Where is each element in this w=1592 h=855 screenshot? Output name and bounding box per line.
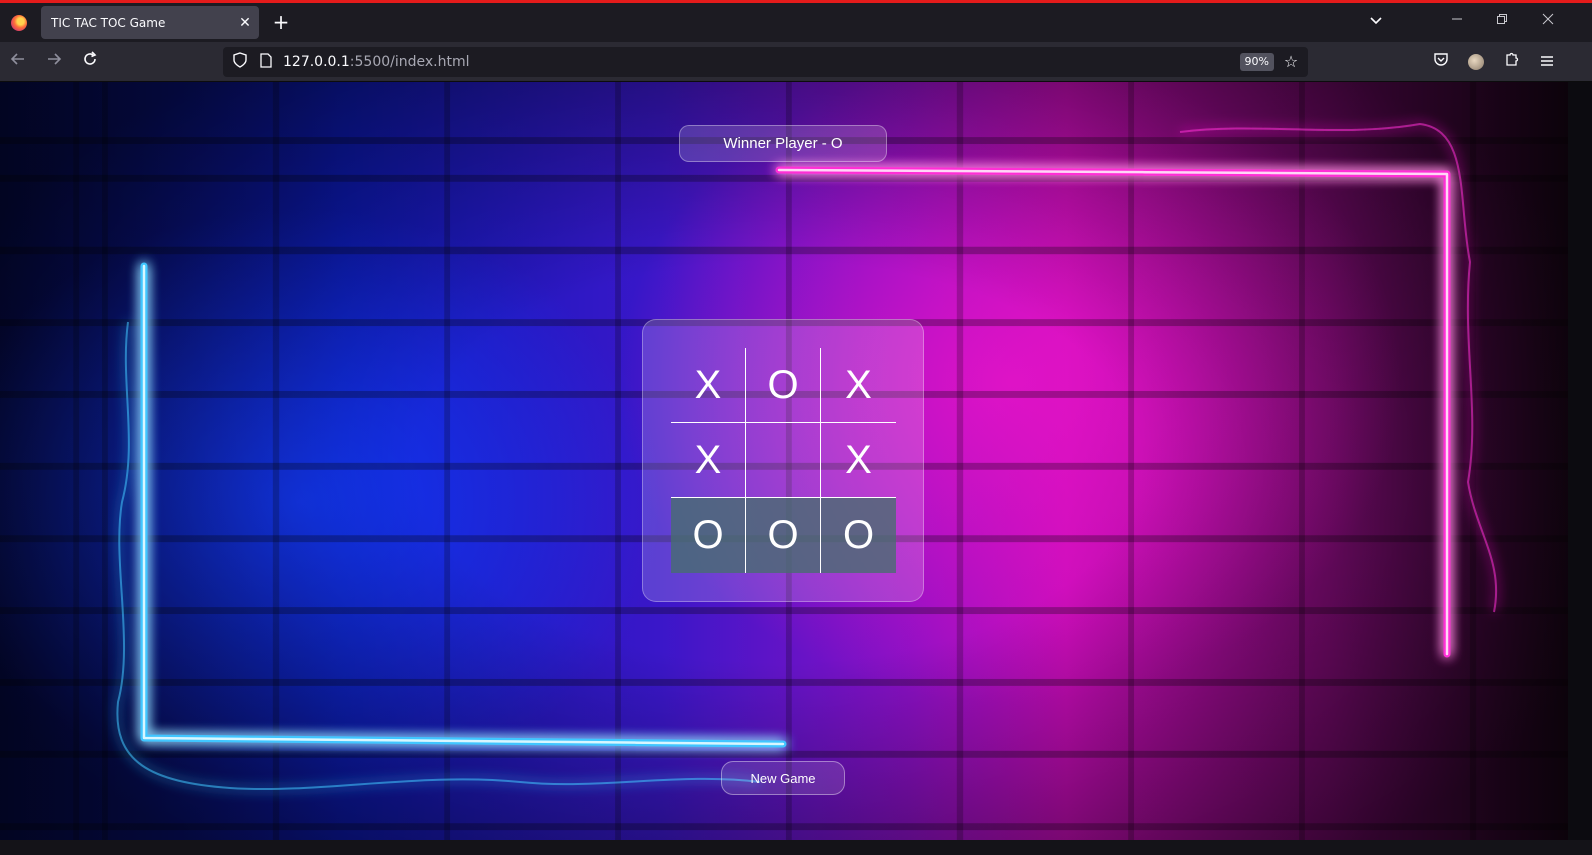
- cell-1-1[interactable]: [746, 423, 821, 498]
- reload-icon[interactable]: [77, 49, 103, 75]
- window-bottom-edge: [0, 840, 1592, 855]
- new-game-button[interactable]: New Game: [721, 761, 845, 795]
- zoom-level-badge[interactable]: 90%: [1239, 53, 1274, 71]
- navigation-toolbar: 127.0.0.1:5500/index.html 90% ☆: [0, 42, 1592, 82]
- page-viewport: Winner Player - O X O X X X O O O New Ga…: [0, 82, 1568, 840]
- tic-tac-toe-grid: X O X X X O O O: [671, 348, 896, 573]
- pocket-icon[interactable]: [1429, 50, 1453, 74]
- url-host: 127.0.0.1: [283, 54, 350, 70]
- new-tab-button[interactable]: +: [268, 9, 294, 35]
- cell-0-1[interactable]: O: [746, 348, 821, 423]
- cell-1-0[interactable]: X: [671, 423, 746, 498]
- firefox-logo-icon[interactable]: [0, 3, 38, 42]
- account-avatar[interactable]: [1464, 50, 1488, 74]
- url-text[interactable]: 127.0.0.1:5500/index.html: [283, 54, 470, 70]
- minimize-window-icon[interactable]: [1437, 9, 1477, 35]
- forward-arrow-icon[interactable]: [41, 49, 67, 75]
- game-board-card: X O X X X O O O: [642, 319, 924, 602]
- cell-0-0[interactable]: X: [671, 348, 746, 423]
- page-info-icon[interactable]: [255, 52, 277, 72]
- list-all-tabs-icon[interactable]: [1364, 9, 1388, 35]
- address-bar[interactable]: 127.0.0.1:5500/index.html 90% ☆: [223, 47, 1308, 77]
- bookmark-star-icon[interactable]: ☆: [1280, 50, 1302, 74]
- tracking-protection-shield-icon[interactable]: [225, 52, 255, 72]
- cell-2-2[interactable]: O: [821, 498, 896, 573]
- extensions-puzzle-icon[interactable]: [1500, 50, 1524, 74]
- cell-0-2[interactable]: X: [821, 348, 896, 423]
- cell-1-2[interactable]: X: [821, 423, 896, 498]
- tab-strip: TIC TAC TOC Game ✕ +: [0, 3, 1592, 42]
- menu-hamburger-icon[interactable]: [1535, 50, 1559, 74]
- winner-message: Winner Player - O: [679, 125, 887, 162]
- cell-2-1[interactable]: O: [746, 498, 821, 573]
- cell-2-0[interactable]: O: [671, 498, 746, 573]
- close-window-icon[interactable]: [1528, 9, 1568, 35]
- page-scrollbar[interactable]: [1568, 82, 1592, 840]
- url-path: :5500/index.html: [349, 54, 470, 70]
- tab-active[interactable]: TIC TAC TOC Game ✕: [41, 6, 259, 39]
- restore-window-icon[interactable]: [1482, 9, 1522, 35]
- tab-title: TIC TAC TOC Game: [51, 15, 166, 30]
- back-arrow-icon[interactable]: [5, 49, 31, 75]
- tab-close-icon[interactable]: ✕: [231, 15, 259, 31]
